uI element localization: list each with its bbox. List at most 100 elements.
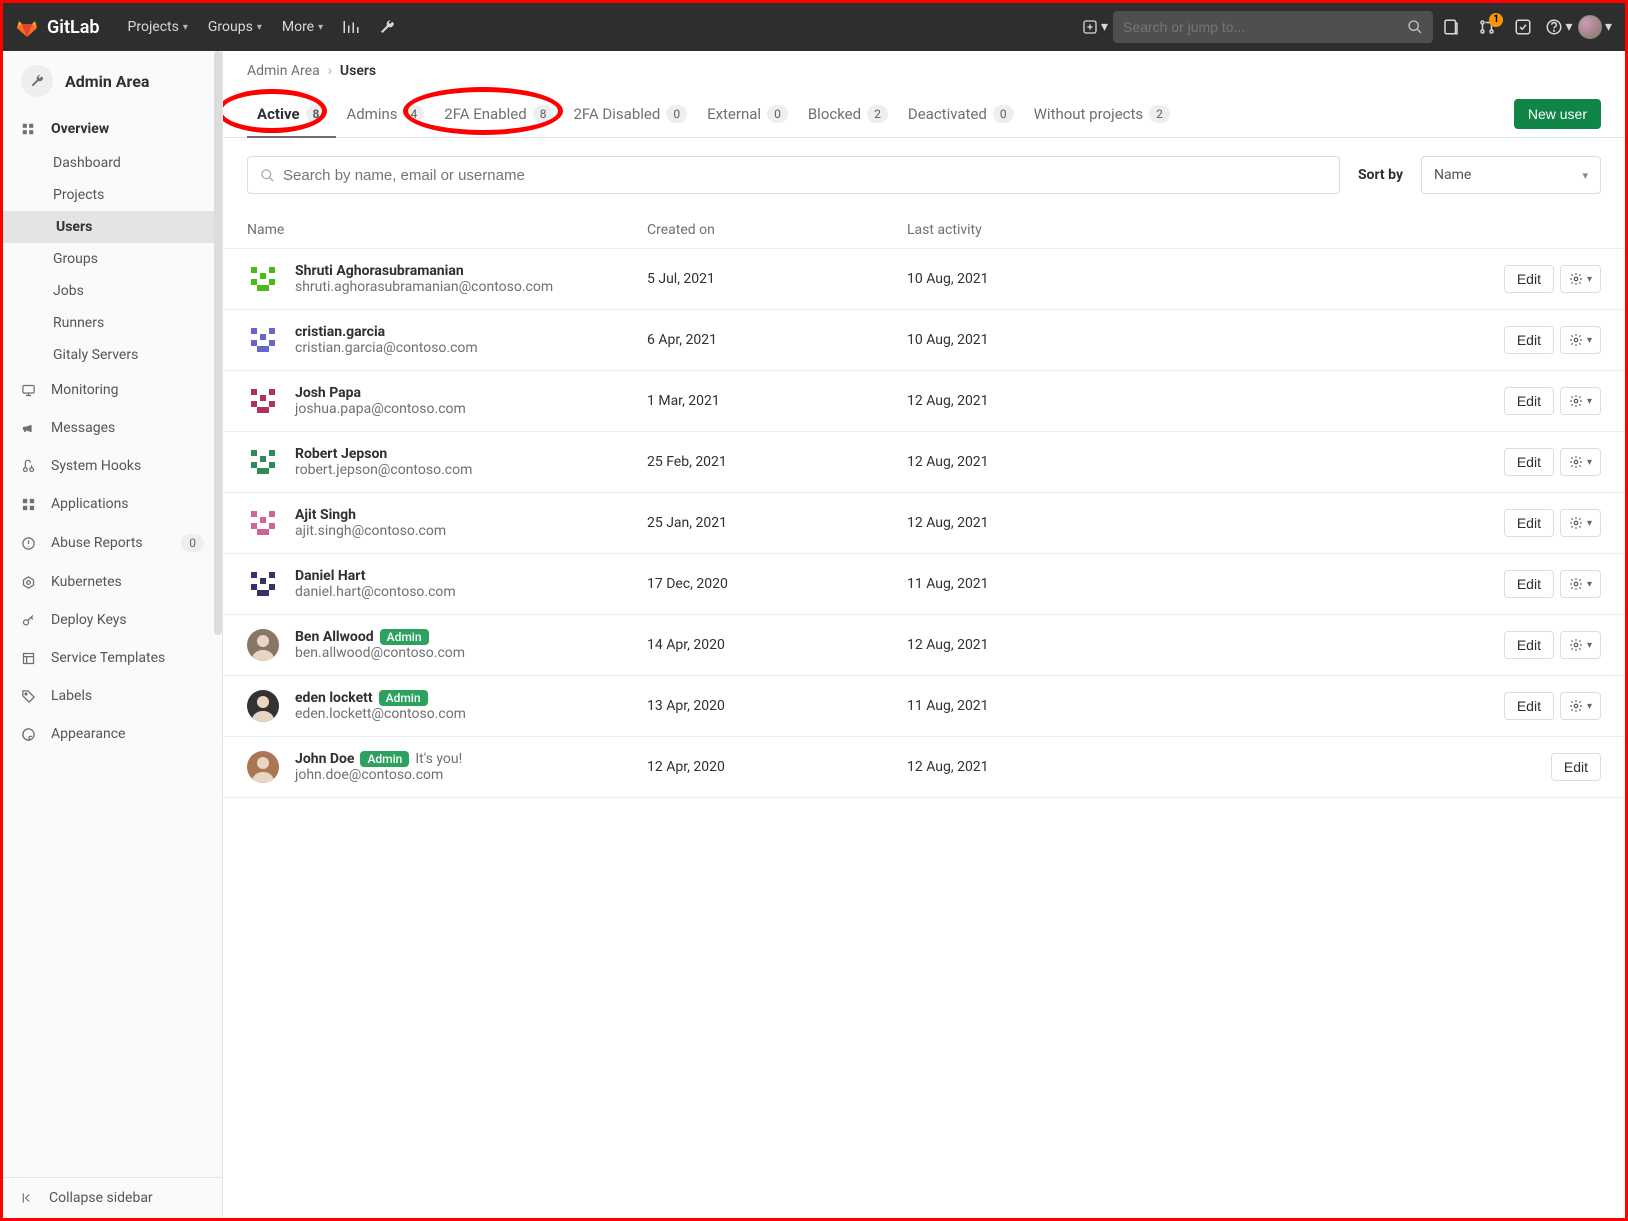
sidebar-link-abuse-reports[interactable]: Abuse Reports0 xyxy=(3,523,222,563)
nav-todos-icon[interactable] xyxy=(1505,3,1541,51)
user-settings-button[interactable]: ▾ xyxy=(1560,509,1601,537)
user-avatar[interactable] xyxy=(247,507,279,539)
user-avatar[interactable] xyxy=(247,751,279,783)
edit-user-button[interactable]: Edit xyxy=(1504,631,1554,659)
user-row: eden lockettAdmineden.lockett@contoso.co… xyxy=(223,676,1625,737)
gear-icon xyxy=(1569,638,1583,652)
sidebar-item-groups[interactable]: Groups xyxy=(3,243,222,275)
user-name[interactable]: Ben Allwood xyxy=(295,629,374,645)
tab-2fa-enabled[interactable]: 2FA Enabled8 xyxy=(434,91,563,137)
breadcrumb-current: Users xyxy=(340,63,376,79)
user-settings-button[interactable]: ▾ xyxy=(1560,570,1601,598)
nav-more[interactable]: More▾ xyxy=(272,3,333,51)
sidebar-overview[interactable]: Overview xyxy=(3,111,222,147)
sidebar-link-messages[interactable]: Messages xyxy=(3,409,222,447)
tab-admins[interactable]: Admins4 xyxy=(336,91,434,137)
user-name[interactable]: John Doe xyxy=(295,751,354,767)
edit-user-button[interactable]: Edit xyxy=(1504,692,1554,720)
global-search[interactable] xyxy=(1113,11,1433,43)
user-settings-button[interactable]: ▾ xyxy=(1560,326,1601,354)
sidebar-link-appearance[interactable]: Appearance xyxy=(3,715,222,753)
new-user-button[interactable]: New user xyxy=(1514,99,1601,129)
tab-blocked[interactable]: Blocked2 xyxy=(798,91,898,137)
user-name[interactable]: Robert Jepson xyxy=(295,446,387,462)
edit-user-button[interactable]: Edit xyxy=(1504,509,1554,537)
user-search[interactable] xyxy=(247,156,1340,194)
edit-user-button[interactable]: Edit xyxy=(1504,326,1554,354)
user-row: Daniel Hartdaniel.hart@contoso.com17 Dec… xyxy=(223,554,1625,615)
sidebar-link-deploy-keys[interactable]: Deploy Keys xyxy=(3,601,222,639)
tab-2fa-disabled[interactable]: 2FA Disabled0 xyxy=(563,91,697,137)
tab-without-projects[interactable]: Without projects2 xyxy=(1024,91,1180,137)
user-avatar[interactable] xyxy=(247,446,279,478)
user-avatar[interactable] xyxy=(247,568,279,600)
edit-user-button[interactable]: Edit xyxy=(1504,448,1554,476)
user-row: Shruti Aghorasubramanianshruti.aghorasub… xyxy=(223,249,1625,310)
nav-issues-icon[interactable] xyxy=(1433,3,1469,51)
collapse-sidebar[interactable]: Collapse sidebar xyxy=(3,1177,222,1218)
nav-plus-icon[interactable]: ▾ xyxy=(1077,3,1113,51)
sidebar-item-runners[interactable]: Runners xyxy=(3,307,222,339)
user-name[interactable]: Ajit Singh xyxy=(295,507,356,523)
gear-icon xyxy=(1569,577,1583,591)
user-avatar[interactable] xyxy=(247,324,279,356)
global-search-input[interactable] xyxy=(1123,19,1407,35)
nav-user-menu[interactable]: ▾ xyxy=(1577,3,1613,51)
user-settings-button[interactable]: ▾ xyxy=(1560,265,1601,293)
sidebar-item-users[interactable]: Users xyxy=(3,211,222,243)
sidebar-item-gitaly-servers[interactable]: Gitaly Servers xyxy=(3,339,222,371)
monitor-icon xyxy=(21,383,37,398)
user-name[interactable]: Daniel Hart xyxy=(295,568,365,584)
tab-external[interactable]: External0 xyxy=(697,91,798,137)
sidebar-scrollbar[interactable] xyxy=(214,51,222,635)
user-activity: 10 Aug, 2021 xyxy=(907,271,1451,287)
sidebar-link-applications[interactable]: Applications xyxy=(3,485,222,523)
edit-user-button[interactable]: Edit xyxy=(1504,387,1554,415)
admin-sidebar: Admin Area Overview DashboardProjectsUse… xyxy=(3,51,223,1218)
edit-user-button[interactable]: Edit xyxy=(1504,570,1554,598)
edit-user-button[interactable]: Edit xyxy=(1504,265,1554,293)
user-email: joshua.papa@contoso.com xyxy=(295,401,647,417)
chevron-down-icon: ▾ xyxy=(1587,701,1592,712)
user-avatar[interactable] xyxy=(247,385,279,417)
user-settings-button[interactable]: ▾ xyxy=(1560,448,1601,476)
sidebar-item-jobs[interactable]: Jobs xyxy=(3,275,222,307)
user-search-input[interactable] xyxy=(283,167,1327,184)
user-avatar[interactable] xyxy=(247,629,279,661)
template-icon xyxy=(21,651,37,666)
sidebar-title[interactable]: Admin Area xyxy=(3,51,222,111)
chevron-down-icon: ▾ xyxy=(1587,457,1592,468)
user-settings-button[interactable]: ▾ xyxy=(1560,387,1601,415)
user-settings-button[interactable]: ▾ xyxy=(1560,692,1601,720)
user-name[interactable]: Shruti Aghorasubramanian xyxy=(295,263,464,279)
nav-activity-icon[interactable] xyxy=(333,3,369,51)
tab-deactivated[interactable]: Deactivated0 xyxy=(898,91,1024,137)
user-name[interactable]: cristian.garcia xyxy=(295,324,385,340)
user-name[interactable]: eden lockett xyxy=(295,690,373,706)
sidebar-link-labels[interactable]: Labels xyxy=(3,677,222,715)
user-name[interactable]: Josh Papa xyxy=(295,385,361,401)
breadcrumb-root[interactable]: Admin Area xyxy=(247,63,320,79)
sort-select[interactable]: Name ▾ xyxy=(1421,156,1601,194)
sidebar-item-dashboard[interactable]: Dashboard xyxy=(3,147,222,179)
nav-help-icon[interactable]: ▾ xyxy=(1541,3,1577,51)
nav-merge-requests-icon[interactable]: 1 xyxy=(1469,3,1505,51)
tab-active[interactable]: Active8 xyxy=(247,91,336,137)
key-icon xyxy=(21,613,37,628)
user-settings-button[interactable]: ▾ xyxy=(1560,631,1601,659)
nav-groups[interactable]: Groups▾ xyxy=(198,3,272,51)
user-avatar[interactable] xyxy=(247,690,279,722)
tab-badge: 2 xyxy=(867,105,888,123)
edit-user-button[interactable]: Edit xyxy=(1551,753,1601,781)
nav-wrench-icon[interactable] xyxy=(369,3,405,51)
user-activity: 12 Aug, 2021 xyxy=(907,454,1451,470)
user-avatar[interactable] xyxy=(247,263,279,295)
sidebar-link-service-templates[interactable]: Service Templates xyxy=(3,639,222,677)
sidebar-link-monitoring[interactable]: Monitoring xyxy=(3,371,222,409)
sidebar-badge: 0 xyxy=(181,534,204,552)
brand-logo[interactable]: GitLab xyxy=(15,15,100,39)
sidebar-item-projects[interactable]: Projects xyxy=(3,179,222,211)
nav-projects[interactable]: Projects▾ xyxy=(118,3,198,51)
sidebar-link-kubernetes[interactable]: Kubernetes xyxy=(3,563,222,601)
sidebar-link-system-hooks[interactable]: System Hooks xyxy=(3,447,222,485)
